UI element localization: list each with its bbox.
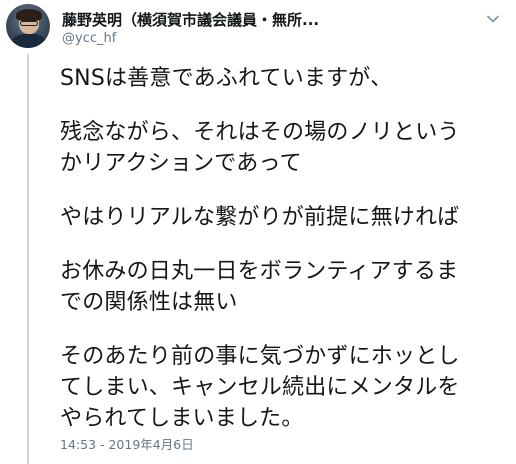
tweet-paragraph: 残念ながら、それはその場のノリという かリアクションであって [60, 117, 512, 179]
tweet-line: での関係性は無い [60, 290, 238, 315]
avatar-body [12, 34, 46, 48]
tweet-line: てしまい、キャンセル続出にメンタルを [60, 375, 460, 400]
display-name[interactable]: 藤野英明（横須賀市議会議員・無所... [62, 9, 319, 30]
tweet-line: 残念ながら、それはその場のノリという [60, 120, 460, 145]
tweet-line: そのあたり前の事に気づかずにホッとし [60, 344, 460, 369]
tweet-card: 藤野英明（横須賀市議会議員・無所... @ycc_hf SNSは善意であふれてい… [0, 0, 516, 464]
tweet-paragraph: お休みの日丸一日をボランティアするま での関係性は無い [60, 256, 512, 318]
avatar-hair [16, 9, 42, 21]
tweet-line: やはりリアルな繋がりが前提に無ければ [60, 205, 460, 230]
tweet-line: お休みの日丸一日をボランティアするま [60, 259, 459, 284]
thread-line [27, 54, 29, 464]
tweet-paragraph: やはりリアルな繋がりが前提に無ければ [60, 202, 512, 233]
chevron-down-icon[interactable] [486, 12, 500, 26]
user-handle[interactable]: @ycc_hf [62, 31, 116, 46]
tweet-text: SNSは善意であふれていますが、 残念ながら、それはその場のノリという かリアク… [60, 63, 512, 457]
tweet-line: やられてしまいました。 [60, 406, 304, 431]
tweet-line: かリアクションであって [60, 151, 302, 176]
tweet-paragraph: そのあたり前の事に気づかずにホッとし てしまい、キャンセル続出にメンタルを やら… [60, 341, 512, 434]
tweet-line: SNSは善意であふれていますが、 [60, 66, 393, 91]
avatar-glasses [20, 21, 38, 26]
tweet-paragraph: SNSは善意であふれていますが、 [60, 63, 512, 94]
tweet-timestamp[interactable]: 14:53 - 2019年4月6日 [60, 434, 194, 453]
avatar[interactable] [6, 4, 50, 48]
